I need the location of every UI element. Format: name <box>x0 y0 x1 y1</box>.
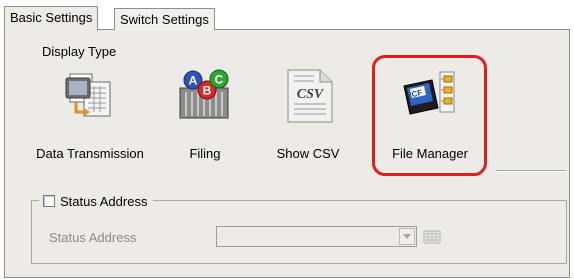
address-input-keypad-button[interactable] <box>422 227 442 246</box>
data-transmission-icon <box>62 68 118 124</box>
status-address-field-label: Status Address <box>49 230 137 245</box>
svg-text:C: C <box>215 73 224 87</box>
svg-text:CSV: CSV <box>297 87 325 102</box>
status-address-checkbox-label[interactable]: Status Address <box>60 194 147 209</box>
status-address-combo[interactable] <box>216 226 417 247</box>
tab-basic-settings[interactable]: Basic Settings <box>4 6 99 31</box>
section-divider <box>496 170 566 172</box>
display-type-label: Display Type <box>42 44 117 59</box>
svg-text:B: B <box>203 84 212 98</box>
file-manager-highlight <box>372 55 487 176</box>
svg-text:A: A <box>189 74 198 88</box>
filing-label: Filing <box>189 146 221 161</box>
filing-abc-icon: A B C <box>177 68 233 124</box>
csv-file-icon: CSV <box>282 68 338 124</box>
status-address-group-title: Status Address <box>39 192 154 210</box>
keypad-icon <box>423 230 441 243</box>
display-type-show-csv[interactable]: CSV Show CSV <box>268 64 348 164</box>
status-address-checkbox[interactable] <box>43 195 55 207</box>
data-transmission-label: Data Transmission <box>36 146 144 161</box>
show-csv-label: Show CSV <box>276 146 340 161</box>
dropdown-arrow-icon[interactable] <box>399 228 415 245</box>
display-type-filing[interactable]: A B C Filing <box>170 64 240 164</box>
display-type-data-transmission[interactable]: Data Transmission <box>31 64 149 164</box>
tab-switch-settings[interactable]: Switch Settings <box>114 8 215 30</box>
